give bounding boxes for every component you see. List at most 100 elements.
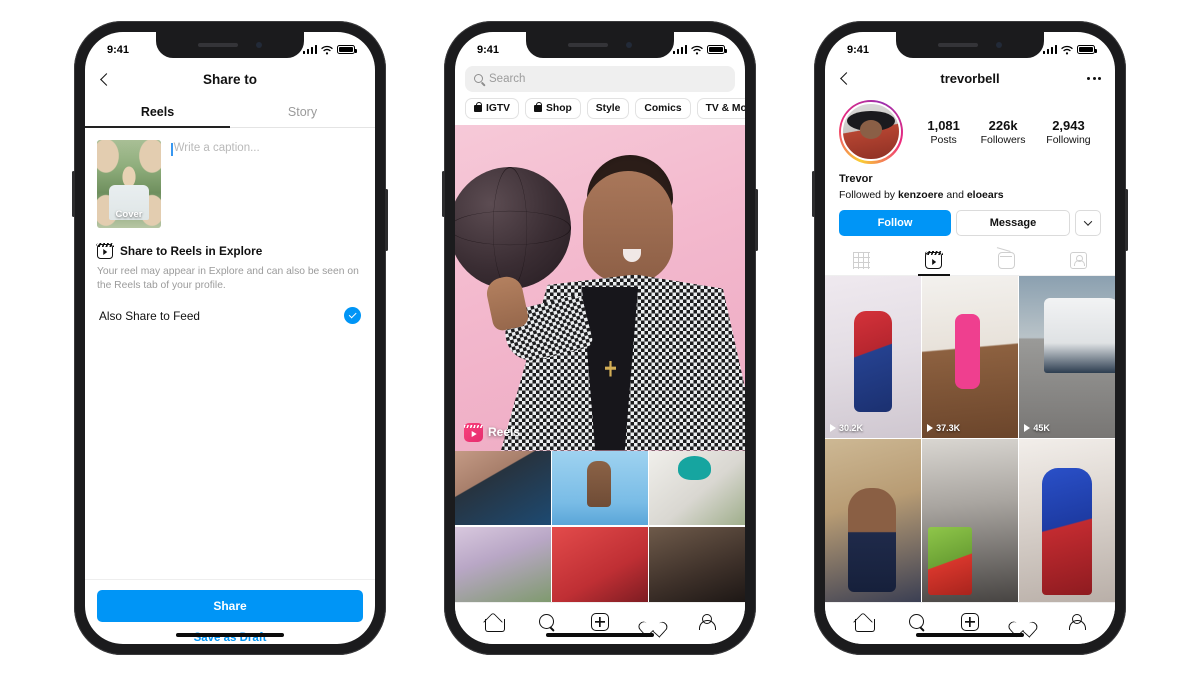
reel-thumbnail[interactable]: [922, 439, 1018, 602]
add-post-icon[interactable]: [589, 611, 611, 633]
tab-story[interactable]: Story: [230, 98, 375, 127]
home-indicator[interactable]: [546, 632, 654, 637]
reel-thumbnail[interactable]: [1019, 439, 1115, 602]
speaker-grille: [198, 42, 238, 47]
profile-actions: Follow Message: [825, 201, 1115, 236]
stat-value: 226k: [988, 117, 1018, 133]
profile-tabs: [825, 245, 1115, 276]
search-input[interactable]: Search: [465, 65, 735, 92]
message-button[interactable]: Message: [956, 209, 1070, 236]
check-circle-icon[interactable]: [344, 307, 361, 325]
reels-badge-label: Reels: [488, 425, 521, 439]
stat-posts[interactable]: 1,081 Posts: [927, 118, 960, 146]
chip-comics[interactable]: Comics: [635, 97, 691, 119]
chip-shop[interactable]: Shop: [525, 97, 581, 119]
chip-igtv[interactable]: IGTV: [465, 97, 520, 119]
tab-igtv[interactable]: [970, 245, 1043, 275]
profile-icon[interactable]: [1065, 611, 1087, 633]
wifi-icon: [321, 45, 333, 54]
avatar-image: [841, 101, 901, 162]
notch: [526, 31, 674, 58]
bottom-tab-bar: [455, 601, 745, 644]
reel-thumbnail[interactable]: 45K: [1019, 275, 1115, 438]
reels-icon: [96, 242, 114, 259]
battery-icon: [707, 45, 727, 54]
reel-thumbnail[interactable]: 37.3K: [922, 275, 1018, 438]
text-caret: [171, 142, 173, 156]
profile-header: 1,081 Posts 226k Followers 2,943 Followi…: [825, 96, 1115, 164]
shopping-bag-icon: [534, 101, 543, 112]
share-button[interactable]: Share: [97, 589, 363, 622]
tab-tagged[interactable]: [1043, 245, 1116, 275]
chip-label: IGTV: [486, 102, 511, 114]
reel-thumbnail[interactable]: 30.2K: [825, 275, 921, 438]
search-icon[interactable]: [536, 611, 558, 633]
add-post-icon[interactable]: [959, 611, 981, 633]
reels-badge: Reels: [464, 422, 521, 442]
wifi-icon: [1061, 45, 1073, 54]
tab-reels[interactable]: [898, 245, 971, 276]
profile-stats: 1,081 Posts 226k Followers 2,943 Followi…: [917, 118, 1101, 146]
stat-following[interactable]: 2,943 Following: [1046, 118, 1090, 146]
search-icon[interactable]: [906, 611, 928, 633]
phone-share-to: 9:41 Share to Reels Story Cover Write a …: [72, 20, 388, 655]
profile-display-name: Trevor: [839, 172, 873, 185]
notch: [156, 31, 304, 58]
cover-thumbnail[interactable]: Cover: [97, 139, 161, 228]
status-icons: [1042, 45, 1097, 55]
more-options-icon[interactable]: [1087, 77, 1101, 80]
cellular-bars-icon: [1042, 45, 1057, 54]
featured-reel-card[interactable]: Reels: [455, 124, 745, 451]
mutual-follower-2[interactable]: eloears: [967, 189, 1004, 201]
home-indicator[interactable]: [176, 632, 284, 637]
heart-icon[interactable]: [642, 611, 664, 633]
chip-style[interactable]: Style: [586, 97, 630, 119]
heart-icon[interactable]: [1012, 611, 1034, 633]
avatar[interactable]: [839, 99, 903, 164]
explore-thumbnail[interactable]: [552, 526, 648, 602]
notch: [896, 31, 1044, 58]
explore-thumbnail[interactable]: [455, 450, 551, 526]
caption-input[interactable]: Write a caption...: [171, 140, 363, 228]
explore-thumbnail[interactable]: [649, 450, 745, 526]
profile-username: trevorbell: [940, 71, 1000, 86]
phone-profile: 9:41 trevorbell 1,081 Posts 226k Followe…: [812, 20, 1128, 655]
follow-button[interactable]: Follow: [839, 209, 951, 236]
home-icon[interactable]: [853, 611, 875, 633]
more-actions-dropdown-button[interactable]: [1075, 209, 1101, 236]
explore-thumbnail[interactable]: [455, 526, 551, 602]
reels-badge-icon: [464, 422, 483, 442]
followed-by-join: and: [943, 188, 967, 201]
stat-label: Posts: [930, 133, 957, 146]
stat-value: 2,943: [1052, 117, 1085, 133]
status-time: 9:41: [477, 43, 500, 56]
chip-tv-and-movies[interactable]: TV & Movies: [696, 97, 745, 119]
stat-label: Following: [1046, 133, 1091, 146]
play-icon: [1024, 423, 1031, 432]
tab-grid[interactable]: [825, 245, 898, 275]
explore-thumbnail[interactable]: [649, 526, 745, 602]
chevron-down-icon: [1083, 216, 1093, 226]
igtv-tab-icon: [997, 251, 1015, 269]
cellular-bars-icon: [302, 45, 317, 54]
mutual-follower-1[interactable]: kenzoere: [898, 189, 944, 201]
wifi-icon: [691, 45, 703, 54]
status-time: 9:41: [847, 43, 870, 56]
home-icon[interactable]: [483, 611, 505, 633]
explore-grid: [455, 450, 745, 602]
home-indicator[interactable]: [916, 632, 1024, 637]
speaker-grille: [568, 42, 608, 47]
stat-followers[interactable]: 226k Followers: [981, 118, 1026, 146]
phone3-screen: 9:41 trevorbell 1,081 Posts 226k Followe…: [825, 31, 1115, 644]
reels-grid: 30.2K 37.3K 45K: [825, 275, 1115, 602]
tagged-tab-icon: [1070, 251, 1088, 269]
cellular-bars-icon: [672, 45, 687, 54]
profile-icon[interactable]: [695, 611, 717, 633]
also-share-to-feed-row[interactable]: Also Share to Feed: [85, 294, 375, 325]
reel-thumbnail[interactable]: [825, 439, 921, 602]
phone3-navbar: trevorbell: [825, 62, 1115, 96]
view-count-value: 37.3K: [936, 422, 961, 433]
tab-reels[interactable]: Reels: [85, 98, 230, 128]
explore-thumbnail[interactable]: [552, 450, 648, 526]
